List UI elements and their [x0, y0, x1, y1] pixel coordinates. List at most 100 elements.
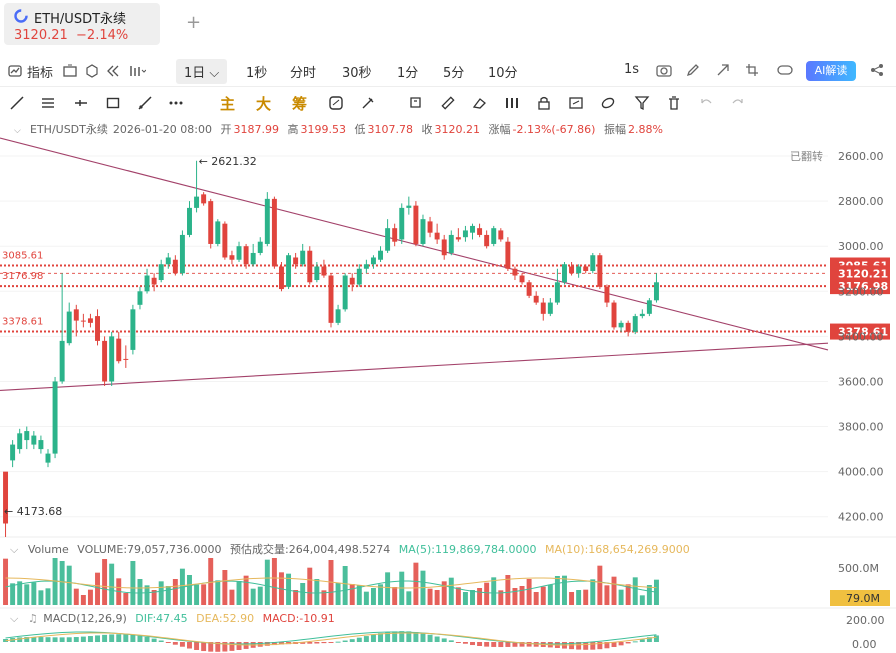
candle-body [512, 268, 518, 276]
interval-10m[interactable]: 10分 [488, 62, 518, 81]
candle-body [222, 223, 228, 258]
candle-body [194, 196, 200, 208]
lock-icon[interactable] [536, 95, 552, 111]
candle-body [462, 230, 468, 238]
macd-bar [73, 637, 79, 642]
macd-bar [236, 642, 242, 650]
candle-body [562, 264, 567, 283]
low-annotation: ← 4173.68 [4, 505, 62, 518]
trendline-tool-icon[interactable] [10, 96, 24, 110]
volume-bar [462, 592, 468, 605]
indicator-button[interactable]: 指标 [27, 62, 53, 81]
refresh-tool-icon[interactable] [328, 95, 344, 111]
macd-bar [52, 637, 58, 642]
macd-bar [498, 642, 504, 648]
macd-tick-label: 200.00 [846, 614, 885, 627]
eraser-tool-icon[interactable] [472, 95, 488, 111]
template-icon[interactable] [63, 64, 77, 78]
chart-type-icon[interactable] [128, 64, 146, 78]
pattern-tool-icon[interactable] [504, 95, 520, 111]
volume-bar [257, 586, 263, 605]
more-tools-icon[interactable] [168, 96, 184, 110]
macd-bar [455, 642, 461, 643]
main-force-button[interactable]: 主 [220, 93, 235, 114]
interval-1s[interactable]: 1秒 [246, 62, 267, 81]
rectangle-tool-icon[interactable] [106, 96, 120, 110]
filter-icon[interactable] [634, 95, 650, 111]
volume-bar [512, 588, 518, 605]
text-tool-icon[interactable] [408, 95, 424, 111]
pencil-icon[interactable] [686, 63, 700, 77]
candle-body [576, 266, 582, 274]
volume-bar [547, 584, 553, 605]
brush-tool-icon[interactable] [138, 96, 152, 110]
macd-info: ⌵ ♫ MACD(12,26,9) DIF:47.45 DEA:52.90 MA… [10, 612, 335, 625]
redo-icon[interactable] [730, 95, 746, 111]
candle-body [314, 266, 320, 281]
expand-icon[interactable] [716, 63, 730, 77]
volume-bar [300, 583, 306, 605]
ai-interpret-button[interactable]: AI解读 [806, 61, 856, 81]
candle-body [59, 340, 65, 382]
view-icon[interactable] [777, 63, 793, 77]
candle-body [448, 234, 454, 253]
link-tool-icon[interactable] [600, 95, 616, 111]
trash-icon[interactable] [666, 95, 682, 111]
interval-1d-select[interactable]: 1日 ⌵ [176, 59, 228, 84]
ray-tool-icon[interactable] [74, 96, 88, 110]
ruler-tool-icon[interactable] [440, 95, 456, 111]
symbol-tab[interactable]: ETH/USDT永续 3120.21 −2.14% [4, 3, 160, 45]
add-tab-button[interactable]: + [186, 12, 201, 33]
macd-bar [363, 636, 369, 642]
candle-body [179, 234, 185, 274]
price-tick-label: 4200.00 [838, 511, 884, 524]
macd-bar [342, 640, 348, 642]
candle-body [385, 228, 391, 251]
macd-bar [257, 642, 263, 647]
interval-30s[interactable]: 30秒 [342, 62, 372, 81]
volume-bar [484, 582, 490, 605]
crop-icon[interactable] [745, 63, 759, 77]
compare-icon[interactable] [85, 64, 99, 78]
volume-bar [45, 588, 51, 605]
interval-timeshare[interactable]: 分时 [290, 62, 316, 81]
volume-bar [491, 577, 497, 605]
collapse-icon[interactable]: ⌵ [14, 126, 21, 136]
volume-bar [243, 575, 249, 605]
macd-bar [45, 637, 51, 642]
macd-bar [420, 633, 426, 642]
chip-button[interactable]: 筹 [292, 93, 307, 114]
candle-body [498, 230, 504, 240]
settings-tool-icon[interactable] [568, 95, 584, 111]
replay-icon[interactable] [106, 64, 120, 78]
macd-bar [427, 634, 433, 642]
undo-icon[interactable] [698, 95, 714, 111]
interval-1m[interactable]: 1分 [397, 62, 418, 81]
price-chart[interactable]: 3085.613085.613176.983176.983378.613378.… [0, 118, 896, 653]
share-icon[interactable] [870, 63, 884, 77]
macd-bar [349, 639, 355, 642]
macd-bar [194, 642, 200, 650]
volume-bar [73, 588, 79, 605]
indicator-icon[interactable] [8, 64, 22, 78]
tab-price: 3120.21 −2.14% [14, 28, 129, 43]
magnet-tool-icon[interactable] [360, 95, 376, 111]
large-order-button[interactable]: 大 [256, 93, 271, 114]
macd-bar [505, 642, 511, 647]
interval-right-1s[interactable]: 1s [624, 62, 639, 77]
candle-body [229, 255, 235, 260]
hline-tool-icon[interactable] [41, 96, 55, 110]
volume-bar [569, 592, 575, 605]
volume-bar [533, 592, 539, 605]
macd-bar [179, 642, 185, 647]
candle-body [102, 340, 108, 382]
drawing-toolbar: 主 大 筹 [0, 89, 896, 117]
candle-body [618, 322, 624, 328]
volume-bar [307, 567, 313, 605]
volume-bar [639, 595, 645, 605]
camera-icon[interactable] [656, 63, 672, 77]
candle-body [278, 266, 284, 290]
interval-5m[interactable]: 5分 [443, 62, 464, 81]
candle-body [590, 255, 596, 272]
macd-bar [590, 642, 596, 650]
